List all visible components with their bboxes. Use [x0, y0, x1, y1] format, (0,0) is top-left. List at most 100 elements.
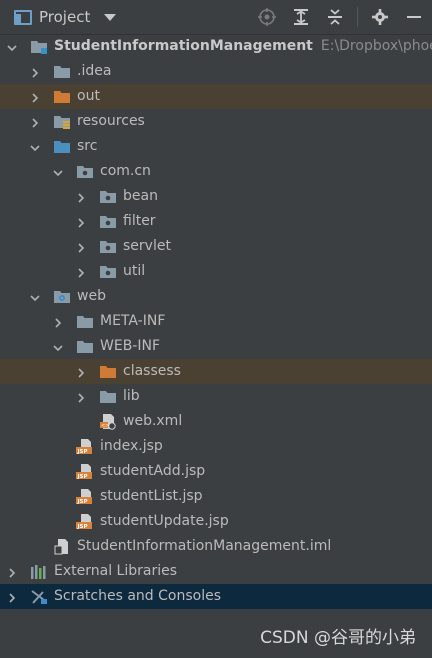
- tree-row-folder-classess[interactable]: classess: [0, 359, 432, 384]
- excluded-folder-icon: [99, 363, 117, 380]
- tree-row-label: classess: [123, 363, 181, 379]
- tree-row-package-bean[interactable]: bean: [0, 184, 432, 209]
- tree-row-label: out: [77, 88, 100, 104]
- tree-row-project-root[interactable]: StudentInformationManagement E:\Dropbox\p…: [0, 34, 432, 59]
- svg-text:JSP: JSP: [77, 524, 88, 530]
- tree-row-folder-web-inf[interactable]: WEB-INF: [0, 334, 432, 359]
- jsp-file-icon: JSP: [76, 513, 94, 530]
- tree-row-text: .idea: [77, 63, 111, 80]
- chevron-right-icon[interactable]: [76, 191, 86, 203]
- web-folder-icon: [53, 288, 71, 305]
- tree-row-package-com-cn[interactable]: com.cn: [0, 159, 432, 184]
- svg-text:<>: <>: [101, 423, 109, 429]
- chevron-right-icon[interactable]: [76, 216, 86, 228]
- tree-row-label: src: [77, 138, 98, 154]
- chevron-down-icon[interactable]: [30, 141, 40, 152]
- package-icon: [76, 163, 94, 180]
- folder-icon: [99, 388, 117, 405]
- tree-row-label: bean: [123, 188, 158, 204]
- tree-row-package-util[interactable]: util: [0, 259, 432, 284]
- tree-row-folder-meta-inf[interactable]: META-INF: [0, 309, 432, 334]
- chevron-down-icon[interactable]: [53, 341, 63, 352]
- chevron-right-icon[interactable]: [30, 66, 40, 78]
- tree-row-package-servlet[interactable]: servlet: [0, 234, 432, 259]
- chevron-right-icon[interactable]: [76, 366, 86, 378]
- chevron-right-icon[interactable]: [76, 266, 86, 278]
- tree-row-text: util: [123, 263, 145, 280]
- project-icon: [14, 9, 32, 25]
- chevron-right-icon[interactable]: [7, 566, 17, 578]
- tree-row-file-iml[interactable]: StudentInformationManagement.iml: [0, 534, 432, 559]
- header-toolbar: [245, 0, 426, 34]
- tree-row-scratches-and-consoles[interactable]: Scratches and Consoles: [0, 584, 432, 609]
- tree-row-label: com.cn: [100, 163, 151, 179]
- tree-row-label: StudentInformationManagement.iml: [77, 538, 332, 554]
- tree-row-label: servlet: [123, 238, 171, 254]
- jsp-file-icon: JSP: [76, 488, 94, 505]
- svg-text:JSP: JSP: [77, 499, 88, 505]
- tree-row-file-studentupdate-jsp[interactable]: JSP studentUpdate.jsp: [0, 509, 432, 534]
- tree-row-folder-resources[interactable]: resources: [0, 109, 432, 134]
- tree-row-label: index.jsp: [100, 438, 163, 454]
- expand-all-icon[interactable]: [289, 5, 313, 29]
- resources-folder-icon: [53, 113, 71, 130]
- tree-row-label: web: [77, 288, 106, 304]
- tree-row-file-index-jsp[interactable]: JSP index.jsp: [0, 434, 432, 459]
- libraries-icon: [30, 563, 48, 580]
- chevron-right-icon[interactable]: [53, 316, 63, 328]
- tree-row-folder-idea[interactable]: .idea: [0, 59, 432, 84]
- chevron-down-icon[interactable]: [30, 291, 40, 302]
- tree-row-folder-web[interactable]: web: [0, 284, 432, 309]
- chevron-right-icon[interactable]: [76, 391, 86, 403]
- toolbar-divider: [357, 7, 358, 27]
- tree-row-text: External Libraries: [54, 563, 177, 580]
- tree-row-file-web-xml[interactable]: <> web.xml: [0, 409, 432, 434]
- tree-row-text: servlet: [123, 238, 171, 255]
- tree-row-text: studentUpdate.jsp: [100, 513, 229, 530]
- tree-row-text: studentList.jsp: [100, 488, 203, 505]
- source-folder-icon: [53, 138, 71, 155]
- tree-row-text: src: [77, 138, 97, 155]
- chevron-right-icon[interactable]: [76, 241, 86, 253]
- jsp-file-icon: JSP: [76, 463, 94, 480]
- chevron-down-icon[interactable]: [7, 41, 17, 52]
- jsp-file-icon: JSP: [76, 438, 94, 455]
- tree-row-file-studentlist-jsp[interactable]: JSP studentList.jsp: [0, 484, 432, 509]
- tree-row-folder-src[interactable]: src: [0, 134, 432, 159]
- svg-text:JSP: JSP: [77, 449, 88, 455]
- module-folder-icon: [30, 38, 48, 55]
- tree-row-label: studentList.jsp: [100, 488, 203, 504]
- locate-icon[interactable]: [255, 5, 279, 29]
- tree-row-label: resources: [77, 113, 145, 129]
- project-view-selector[interactable]: Project: [14, 8, 117, 26]
- tree-row-text: com.cn: [100, 163, 151, 180]
- tree-row-label: Scratches and Consoles: [54, 588, 221, 604]
- tree-row-label: filter: [123, 213, 156, 229]
- chevron-down-icon[interactable]: [104, 13, 117, 21]
- tree-row-external-libraries[interactable]: External Libraries: [0, 559, 432, 584]
- tree-row-text: bean: [123, 188, 158, 205]
- tree-row-label: External Libraries: [54, 563, 177, 579]
- tree-row-label: StudentInformationManagement: [54, 38, 313, 54]
- watermark: CSDN @谷哥的小弟: [260, 628, 416, 648]
- gear-icon[interactable]: [368, 5, 392, 29]
- tree-row-text: StudentInformationManagement.iml: [77, 538, 331, 555]
- collapse-all-icon[interactable]: [323, 5, 347, 29]
- tree-row-label: META-INF: [100, 313, 166, 329]
- tree-row-text: filter: [123, 213, 156, 230]
- chevron-down-icon[interactable]: [53, 166, 63, 177]
- tree-row-file-studentadd-jsp[interactable]: JSP studentAdd.jsp: [0, 459, 432, 484]
- tree-row-text: META-INF: [100, 313, 165, 330]
- tree-row-text: WEB-INF: [100, 338, 160, 355]
- package-icon: [99, 238, 117, 255]
- excluded-folder-icon: [53, 88, 71, 105]
- tree-row-package-filter[interactable]: filter: [0, 209, 432, 234]
- hide-icon[interactable]: [402, 5, 426, 29]
- chevron-right-icon[interactable]: [7, 591, 17, 603]
- tree-row-text: out: [77, 88, 100, 105]
- chevron-right-icon[interactable]: [30, 91, 40, 103]
- chevron-right-icon[interactable]: [30, 116, 40, 128]
- tree-row-text: classess: [123, 363, 181, 380]
- tree-row-folder-out[interactable]: out: [0, 84, 432, 109]
- tree-row-folder-lib[interactable]: lib: [0, 384, 432, 409]
